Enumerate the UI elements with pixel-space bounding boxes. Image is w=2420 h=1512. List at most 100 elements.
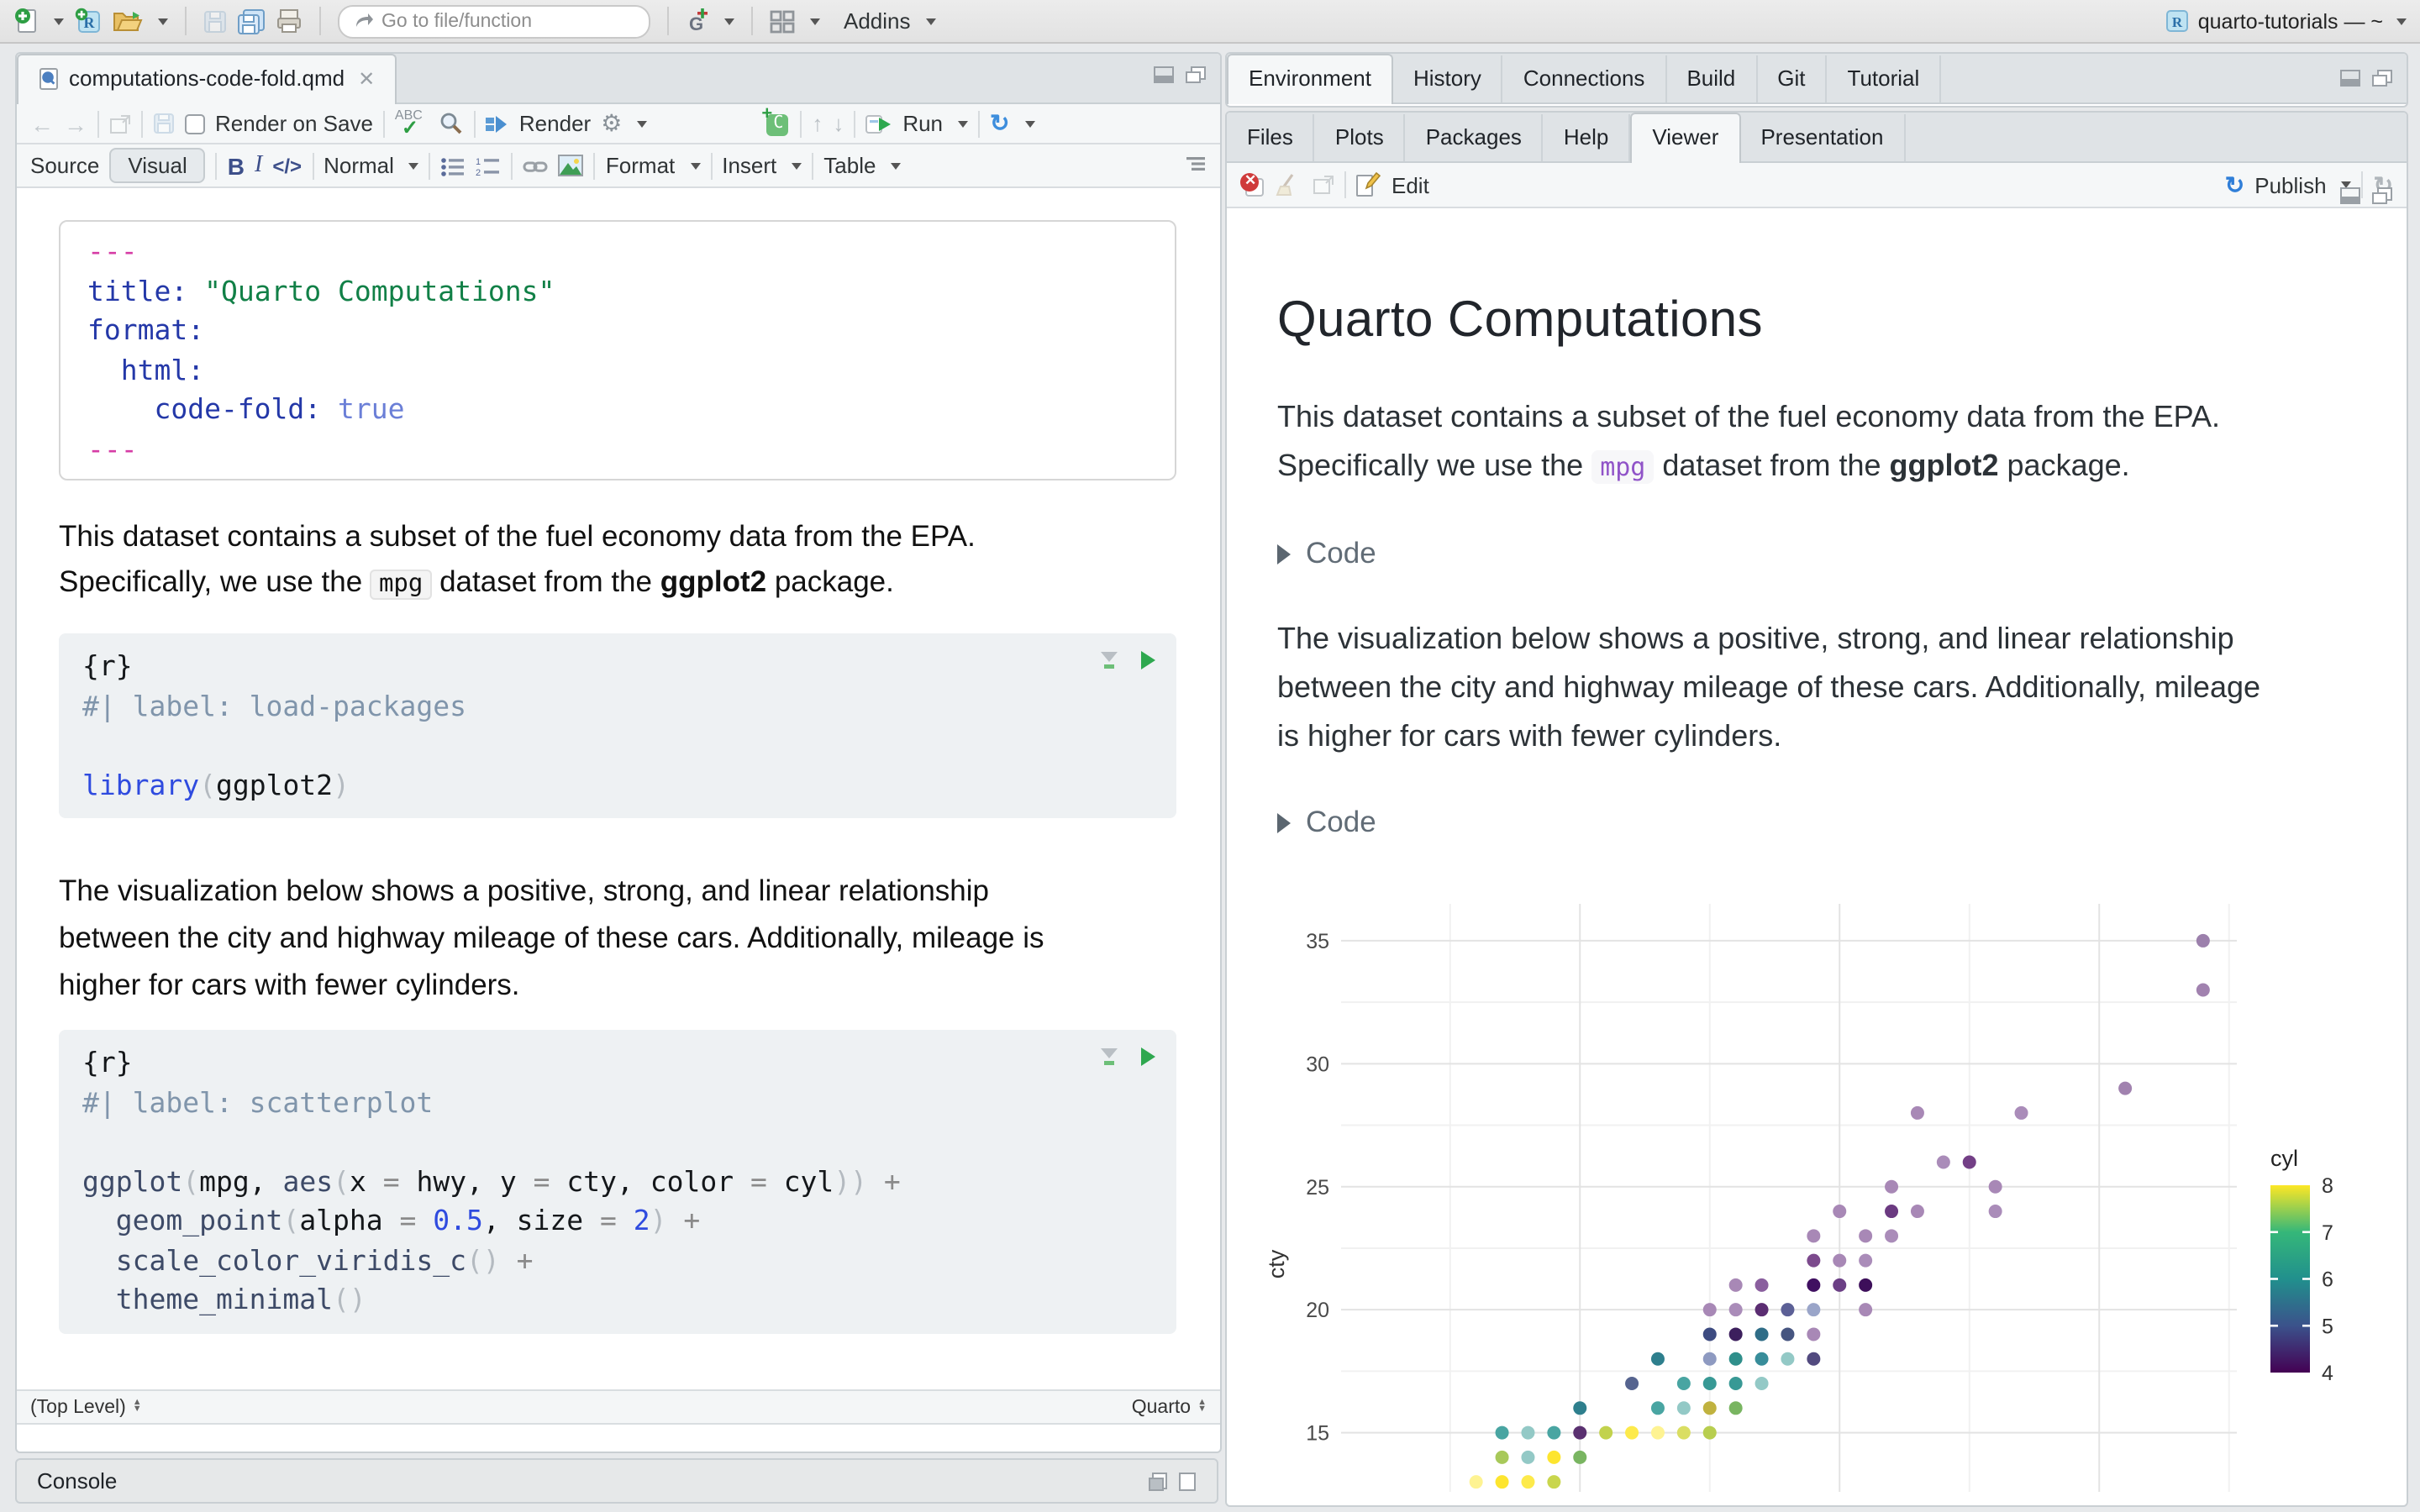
code-fold-2[interactable]: Code [1277, 805, 2407, 840]
doc-type-selector[interactable]: Quarto ▲ ▼ [1132, 1397, 1207, 1417]
run-button[interactable]: Run [902, 111, 943, 136]
visual-editor-canvas[interactable]: --- title: "Quarto Computations" format: h… [17, 188, 1220, 1368]
new-file-caret[interactable] [54, 18, 64, 24]
new-project-icon[interactable]: R [74, 4, 103, 38]
run-chunk-icon[interactable] [1139, 1047, 1156, 1067]
version-control-caret[interactable] [724, 18, 734, 24]
panel-tab-files[interactable]: Files [1227, 114, 1315, 161]
console-minimize-icon[interactable] [1148, 1471, 1168, 1491]
render-button[interactable]: Render [519, 111, 591, 136]
viewer-popout-icon[interactable] [1313, 175, 1334, 195]
bold-button[interactable]: B [228, 152, 245, 179]
open-file-caret[interactable] [158, 18, 168, 24]
outline-toggle-icon[interactable] [1183, 156, 1207, 175]
save-icon[interactable] [203, 4, 227, 38]
maximize-pane-icon[interactable] [2371, 186, 2393, 205]
tab-computations-code-fold[interactable]: computations-code-fold.qmd ✕ [17, 54, 397, 104]
paragraph-style-select[interactable]: Normal [324, 153, 394, 178]
table-menu[interactable]: Table [823, 153, 876, 178]
go-next-section-icon[interactable]: ↓ [833, 111, 844, 136]
code-fold-1[interactable]: Code [1277, 536, 2407, 571]
forward-icon[interactable]: → [64, 110, 87, 137]
env-tab-connections[interactable]: Connections [1503, 55, 1667, 102]
data-point [1936, 1155, 1950, 1169]
open-file-icon[interactable] [113, 4, 143, 38]
back-icon[interactable]: ← [30, 110, 54, 137]
new-file-icon[interactable] [13, 4, 39, 38]
save-all-icon[interactable] [237, 4, 266, 38]
run-chunk-icon[interactable] [1139, 650, 1156, 670]
scope-selector[interactable]: (Top Level) ▲ ▼ [30, 1397, 142, 1417]
env-tab-build[interactable]: Build [1666, 55, 1758, 102]
edit-button[interactable]: Edit [1392, 172, 1429, 197]
find-replace-icon[interactable] [439, 111, 464, 136]
paragraph-style-caret[interactable] [408, 162, 419, 169]
source-rerun-icon[interactable]: ↻ [990, 109, 1009, 138]
code-chunk-scatterplot[interactable]: {r} #| label: scatterplot ggplot(mpg, aes… [59, 1030, 1176, 1333]
panel-tab-packages[interactable]: Packages [1406, 114, 1544, 161]
visual-mode-button[interactable]: Visual [109, 148, 206, 183]
print-icon[interactable] [276, 4, 302, 38]
format-menu-caret[interactable] [690, 162, 701, 169]
source-mode-button[interactable]: Source [30, 153, 99, 178]
maximize-pane-icon[interactable] [2371, 69, 2393, 87]
format-menu[interactable]: Format [606, 153, 675, 178]
insert-menu-caret[interactable] [792, 162, 802, 169]
console-maximize-icon[interactable] [1178, 1471, 1197, 1491]
run-chunks-above-icon[interactable] [1099, 1047, 1119, 1067]
run-caret[interactable] [958, 120, 969, 127]
tab-close-icon[interactable]: ✕ [358, 66, 375, 90]
env-tab-tutorial[interactable]: Tutorial [1828, 55, 1942, 102]
go-prev-section-icon[interactable]: ↑ [812, 111, 823, 136]
insert-menu[interactable]: Insert [722, 153, 776, 178]
render-settings-caret[interactable] [637, 120, 648, 127]
env-tab-history[interactable]: History [1393, 55, 1503, 102]
render-settings-gear-icon[interactable]: ⚙ [601, 109, 622, 138]
render-on-save-checkbox[interactable] [185, 113, 205, 134]
inline-code-button[interactable]: </> [272, 154, 302, 177]
env-tab-git[interactable]: Git [1757, 55, 1828, 102]
panel-tab-viewer[interactable]: Viewer [1630, 113, 1741, 163]
panel-tab-presentation[interactable]: Presentation [1740, 114, 1906, 161]
code-line: format: [87, 314, 205, 346]
minimize-pane-icon[interactable] [2339, 186, 2361, 205]
minimize-pane-icon[interactable] [2339, 69, 2361, 87]
workspace-panes-icon[interactable] [770, 4, 795, 38]
source-rerun-caret[interactable] [1024, 120, 1035, 127]
viewer-content[interactable]: Quarto Computations This dataset contain… [1227, 255, 2407, 1492]
env-tab-environment[interactable]: Environment [1227, 54, 1393, 104]
data-point [1676, 1377, 1691, 1391]
maximize-pane-icon[interactable] [1185, 66, 1207, 84]
panel-tab-plots[interactable]: Plots [1315, 114, 1406, 161]
table-menu-caret[interactable] [891, 162, 902, 169]
editor-paragraph-2[interactable]: The visualization below shows a positive… [59, 867, 1188, 1008]
spellcheck-icon[interactable]: ABC ✓ [395, 107, 429, 139]
workspace-panes-caret[interactable] [810, 18, 820, 24]
version-control-icon[interactable]: G [686, 4, 709, 38]
goto-file-search[interactable]: Go to file/function [338, 4, 650, 38]
console-pane-header[interactable]: Console [15, 1458, 1218, 1504]
run-chunks-above-icon[interactable] [1099, 650, 1119, 670]
addins-menu[interactable]: Addins [844, 8, 911, 34]
project-menu[interactable]: R quarto-tutorials — ~ [2165, 8, 2407, 34]
editor-paragraph-1[interactable]: This dataset contains a subset of the fu… [59, 514, 1188, 606]
stop-icon[interactable]: ✕ [1240, 171, 1265, 197]
minimize-pane-icon[interactable] [1153, 66, 1175, 84]
insert-chunk-icon[interactable]: C + [761, 104, 790, 138]
image-icon[interactable] [558, 155, 584, 176]
addins-caret[interactable] [925, 18, 936, 24]
panel-tab-help[interactable]: Help [1544, 114, 1631, 161]
publish-button[interactable]: Publish [2254, 172, 2326, 197]
clear-viewer-broom-icon[interactable] [1276, 172, 1302, 197]
viewer-tabstrip: Files Plots Packages Help Viewer Presentation [1227, 113, 2407, 163]
yaml-metadata-block[interactable]: --- title: "Quarto Computations" format: h… [59, 220, 1176, 480]
link-icon[interactable] [523, 155, 549, 176]
code-chunk-load-packages[interactable]: {r} #| label: load-packages library(ggplo… [59, 633, 1176, 818]
edit-icon[interactable] [1356, 171, 1381, 197]
italic-button[interactable]: I [255, 152, 262, 179]
code-line: #| label: scatterplot [82, 1086, 434, 1118]
save-doc-icon[interactable] [153, 113, 175, 134]
numbered-list-icon[interactable]: 12 [476, 155, 502, 176]
popout-icon[interactable] [109, 113, 131, 134]
bullet-list-icon[interactable] [441, 155, 466, 176]
